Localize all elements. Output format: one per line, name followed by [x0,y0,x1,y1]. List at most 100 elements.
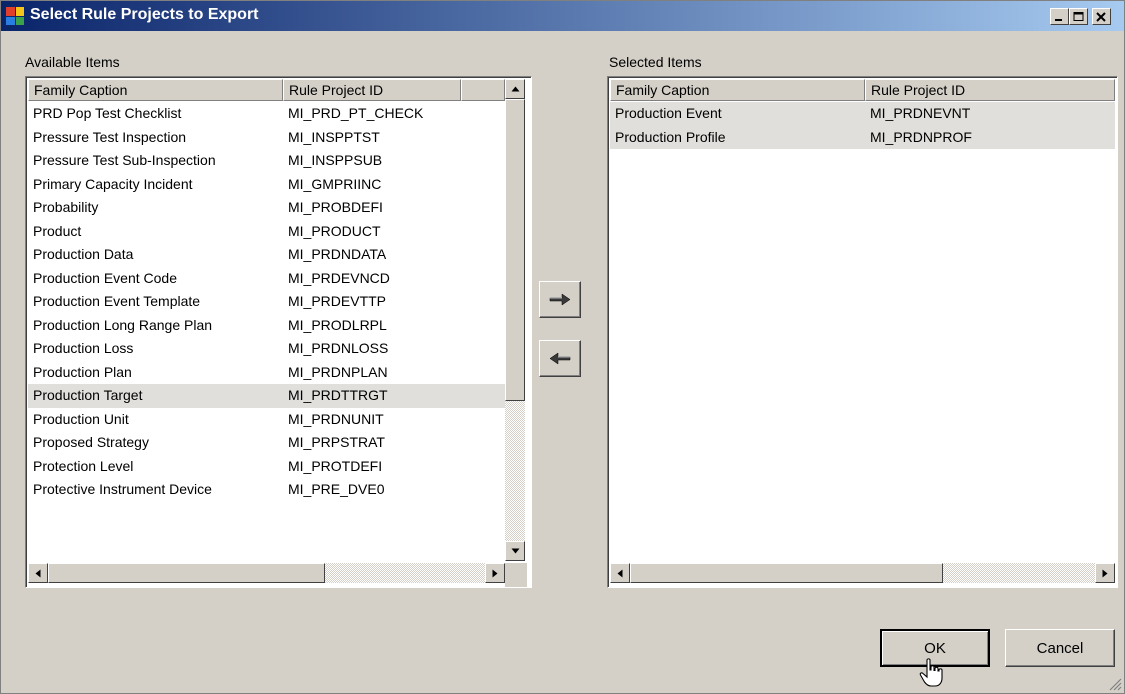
rule-project-id-cell: MI_GMPRIINC [288,175,382,192]
rule-project-id-cell: MI_PRDNPROF [870,128,972,145]
family-caption-cell: Production Long Range Plan [33,316,213,333]
list-row[interactable]: Protection Level MI_PROTDEFI [28,455,505,479]
family-caption-cell: Product [33,222,82,239]
maximize-button[interactable] [1069,8,1088,25]
list-row[interactable]: Probability MI_PROBDEFI [28,196,505,220]
list-row[interactable]: Production Profile MI_PRDNPROF [610,125,1115,149]
scroll-down-button[interactable] [505,541,525,561]
family-caption-cell: Primary Capacity Incident [33,175,193,192]
rule-project-id-cell: MI_PRPSTRAT [288,434,385,450]
export-dialog: Select Rule Projects to Export Available… [0,0,1125,694]
available-header-rule-project-id[interactable]: Rule Project ID [283,79,461,101]
rule-project-id-cell: MI_PRDNPLAN [288,363,388,380]
list-row[interactable]: Production Event MI_PRDNEVNT [610,102,1115,126]
rule-project-id-cell: MI_PRDEVNCD [288,269,390,286]
available-horizontal-scrollbar[interactable] [28,563,505,583]
minimize-icon [1055,18,1062,21]
rule-project-id-cell: MI_PROBDEFI [288,199,383,215]
rule-project-id-cell: MI_PRODUCT [288,222,381,239]
family-caption-cell: Production Event Template [33,293,201,309]
list-row[interactable]: Production Long Range Plan MI_PRODLRPL [28,314,505,338]
family-caption-cell: Production Event Code [33,269,177,286]
list-row[interactable]: Production Loss MI_PRDNLOSS [28,337,505,361]
family-caption-cell: Protection Level [33,457,134,474]
list-row[interactable]: Proposed Strategy MI_PRPSTRAT [28,431,505,455]
add-to-selected-button[interactable] [539,281,581,318]
arrow-right-small-icon [492,569,498,577]
scroll-up-button[interactable] [505,79,525,99]
list-row[interactable]: Protective Instrument Device MI_PRE_DVE0 [28,478,505,502]
list-row[interactable]: Pressure Test Sub-Inspection MI_INSPPSUB [28,149,505,173]
selected-header-rule-project-id[interactable]: Rule Project ID [865,79,1115,101]
arrow-left-small-icon [617,569,623,577]
rule-project-id-cell: MI_PRDNDATA [288,246,387,262]
selected-items-list[interactable]: Family Caption Rule Project ID Productio… [607,76,1118,588]
rule-project-id-cell: MI_PRDNUNIT [288,410,384,427]
rule-project-id-cell: MI_PRDEVTTP [288,293,387,309]
family-caption-cell: Production Plan [33,363,132,380]
hand-cursor-icon [919,658,943,687]
hscroll-thumb[interactable] [48,563,325,583]
close-icon [1096,11,1106,22]
rule-project-id-cell: MI_PRDTTRGT [288,387,388,403]
family-caption-cell: Production Event [615,105,722,121]
rule-project-id-cell: MI_PRODLRPL [288,316,387,333]
rule-project-id-cell: MI_PRD_PT_CHECK [288,105,424,121]
family-caption-cell: Production Data [33,246,134,262]
family-caption-cell: Production Loss [33,340,134,356]
family-caption-cell: Production Profile [615,128,726,145]
scroll-left-button[interactable] [610,563,630,583]
list-row[interactable]: Production Event Template MI_PRDEVTTP [28,290,505,314]
minimize-button[interactable] [1050,8,1069,25]
selected-header-family-caption[interactable]: Family Caption [610,79,865,101]
list-row[interactable]: Pressure Test Inspection MI_INSPPTST [28,126,505,150]
rule-project-id-cell: MI_PROTDEFI [288,457,383,474]
arrow-down-icon [511,548,519,554]
family-caption-cell: PRD Pop Test Checklist [33,105,182,121]
scroll-corner [505,563,527,587]
family-caption-cell: Proposed Strategy [33,434,149,450]
available-items-list[interactable]: Family Caption Rule Project ID PRD Pop T… [25,76,532,588]
scroll-right-button[interactable] [1095,563,1115,583]
rule-project-id-cell: MI_PRE_DVE0 [288,481,385,497]
close-button[interactable] [1092,8,1111,25]
family-caption-cell: Protective Instrument Device [33,481,212,497]
family-caption-cell: Production Unit [33,410,129,427]
family-caption-cell: Probability [33,199,99,215]
hscroll-thumb[interactable] [630,563,943,583]
list-row[interactable]: Primary Capacity Incident MI_GMPRIINC [28,173,505,197]
family-caption-cell: Pressure Test Sub-Inspection [33,152,216,168]
list-row[interactable]: Production Plan MI_PRDNPLAN [28,361,505,385]
list-row[interactable]: PRD Pop Test Checklist MI_PRD_PT_CHECK [28,102,505,126]
available-items-label: Available Items [25,54,120,70]
remove-from-selected-button[interactable] [539,340,581,377]
arrow-up-icon [511,86,519,92]
scroll-thumb[interactable] [505,99,525,401]
selected-horizontal-scrollbar[interactable] [610,563,1115,583]
list-row[interactable]: Production Event Code MI_PRDEVNCD [28,267,505,291]
family-caption-cell: Pressure Test Inspection [33,128,187,145]
list-row[interactable]: Product MI_PRODUCT [28,220,505,244]
rule-project-id-cell: MI_PRDNLOSS [288,340,389,356]
scroll-left-button[interactable] [28,563,48,583]
title-bar[interactable]: Select Rule Projects to Export [1,1,1124,31]
list-row[interactable]: Production Unit MI_PRDNUNIT [28,408,505,432]
arrow-right-small-icon [1102,569,1108,577]
rule-project-id-cell: MI_INSPPTST [288,128,380,145]
resize-grip-icon[interactable] [1108,677,1122,691]
available-rows: PRD Pop Test Checklist MI_PRD_PT_CHECK Pre… [28,102,505,502]
arrow-left-icon [549,352,571,364]
cancel-button[interactable]: Cancel [1005,629,1115,667]
scroll-right-button[interactable] [485,563,505,583]
list-row[interactable]: Production Target MI_PRDTTRGT [28,384,505,408]
family-caption-cell: Production Target [33,387,143,403]
list-row[interactable]: Production Data MI_PRDNDATA [28,243,505,267]
maximize-icon [1073,11,1084,21]
selected-rows: Production Event MI_PRDNEVNT Production Pr… [610,102,1115,149]
rule-project-id-cell: MI_INSPPSUB [288,152,383,168]
selected-items-label: Selected Items [609,54,702,70]
available-header-family-caption[interactable]: Family Caption [28,79,283,101]
available-vertical-scrollbar[interactable] [505,79,525,561]
available-header-spacer [461,79,505,101]
rule-project-id-cell: MI_PRDNEVNT [870,105,971,121]
